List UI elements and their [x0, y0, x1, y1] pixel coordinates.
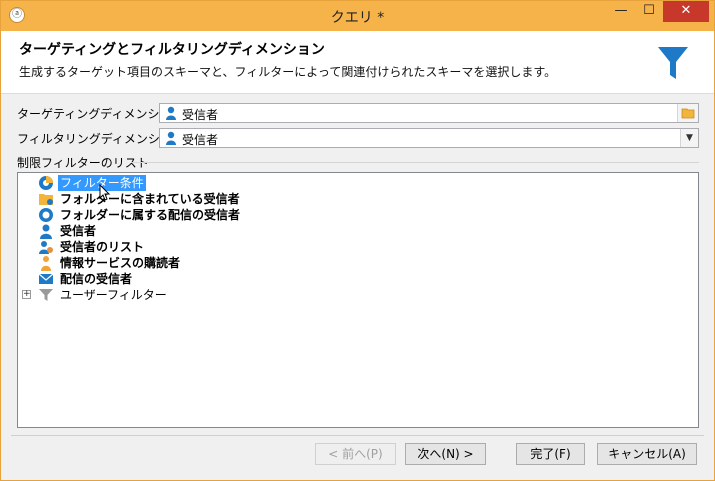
maximize-button[interactable]: ☐ [635, 1, 663, 22]
person-icon [166, 131, 176, 145]
person-icon [40, 224, 52, 239]
expand-icon[interactable]: + [22, 290, 31, 299]
filtering-dimension-select[interactable]: 受信者 ▼ [159, 128, 699, 148]
dialog-window: ⓐ クエリ * — ☐ ✕ ターゲティングとフィルタリングディメンション 生成す… [0, 0, 715, 481]
folder-icon [39, 194, 53, 205]
title-bar[interactable]: ⓐ クエリ * — ☐ ✕ [1, 1, 714, 31]
group-divider [131, 162, 699, 163]
cancel-button[interactable]: キャンセル(A) [597, 443, 697, 465]
subscriber-icon [41, 256, 51, 271]
tree-item-label: 受信者のリスト [60, 240, 145, 254]
person-icon [166, 106, 176, 120]
targeting-dimension-field[interactable]: 受信者 [159, 103, 699, 123]
tree-item-label: フォルダーに含まれている受信者 [60, 192, 240, 206]
filter-condition-icon [39, 176, 53, 190]
filter-tree[interactable]: フィルター条件 フォルダーに含まれている受信者 フォルダーに属する配信の受信者 … [17, 172, 699, 428]
funnel-icon [658, 47, 688, 79]
minimize-button[interactable]: — [607, 1, 635, 22]
tree-item-label: フォルダーに属する配信の受信者 [60, 208, 241, 222]
folder-picker-button[interactable] [677, 104, 698, 122]
filtering-dimension-value: 受信者 [182, 133, 219, 147]
footer-divider [11, 435, 704, 436]
chevron-down-icon[interactable]: ▼ [680, 129, 698, 147]
wizard-header: ターゲティングとフィルタリングディメンション 生成するターゲット項目のスキーマと… [1, 31, 714, 94]
header-description: 生成するターゲット項目のスキーマと、フィルターによって関連付けられたスキーマを選… [19, 65, 557, 79]
delivery-icon [39, 208, 53, 222]
next-button[interactable]: 次へ(N) > [405, 443, 486, 465]
header-title: ターゲティングとフィルタリングディメンション [19, 42, 325, 58]
mail-icon [38, 273, 54, 284]
tree-item-label: 情報サービスの購読者 [60, 256, 181, 270]
funnel-icon [39, 289, 53, 301]
finish-button[interactable]: 完了(F) [516, 443, 585, 465]
tree-item-label: 受信者 [60, 224, 97, 238]
tree-item-label: 配信の受信者 [60, 272, 133, 286]
recipient-list-icon [39, 241, 53, 254]
targeting-dimension-value: 受信者 [182, 108, 219, 122]
close-button[interactable]: ✕ [663, 1, 709, 22]
mouse-cursor-icon [99, 184, 111, 201]
back-button[interactable]: < 前へ(P) [315, 443, 396, 465]
folder-icon [681, 108, 695, 119]
tree-item-label: ユーザーフィルター [60, 288, 167, 302]
